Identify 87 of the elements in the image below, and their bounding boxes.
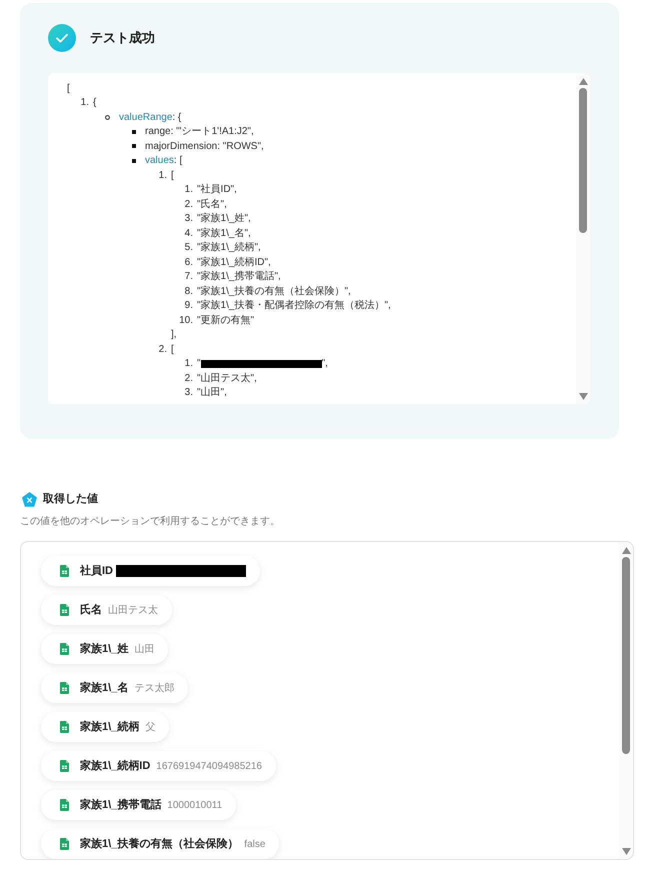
circle-bullet-icon xyxy=(105,114,110,120)
chip-label: 社員ID xyxy=(80,564,113,579)
scroll-up-icon[interactable] xyxy=(578,78,588,85)
list-number: 7. xyxy=(184,270,193,284)
section-title: 取得した値 xyxy=(43,492,98,508)
code-text: majorDimension: "ROWS", xyxy=(145,140,264,154)
scroll-down-icon[interactable] xyxy=(578,393,588,400)
code-text: "家族1\_続柄ID", xyxy=(197,256,271,270)
chip-label: 家族1\_続柄ID xyxy=(80,758,150,774)
spreadsheet-icon xyxy=(60,799,69,811)
code-text: "更新の有無" xyxy=(197,314,254,328)
code-text: "家族1\_携帯電話", xyxy=(197,270,281,284)
code-text: "氏名", xyxy=(197,198,227,212)
section-description: この値を他のオペレーションで利用することができます。 xyxy=(20,515,280,529)
spreadsheet-icon xyxy=(60,838,69,850)
spreadsheet-icon xyxy=(60,760,69,772)
chip-value: 山田テス太 xyxy=(108,604,158,618)
code-text: [ xyxy=(171,168,174,183)
value-chip[interactable]: 家族1\_扶養の有無（社会保険） false xyxy=(41,829,280,859)
scroll-up-icon[interactable] xyxy=(622,547,630,554)
list-number: 10. xyxy=(179,314,193,328)
scrollbar-thumb[interactable] xyxy=(579,88,587,233)
value-chip[interactable]: 家族1\_続柄ID 1676919474094985216 xyxy=(41,751,276,781)
value-chip[interactable]: 家族1\_姓 山田 xyxy=(41,634,168,664)
value-chip[interactable]: 氏名 山田テス太 xyxy=(41,595,172,625)
code-text: "家族1\_姓", xyxy=(197,212,251,226)
code-text: "家族1\_扶養・配偶者控除の有無（税法）", xyxy=(197,298,391,314)
scrollbar-thumb[interactable] xyxy=(622,557,630,754)
code-text: "山田テス太", xyxy=(197,372,257,386)
code-text: [ xyxy=(67,82,70,96)
list-number: 4. xyxy=(184,226,193,241)
square-bullet-icon xyxy=(132,130,136,134)
code-text: ], xyxy=(171,328,177,342)
code-text: "社員ID", xyxy=(197,182,237,198)
list-number: 2. xyxy=(158,342,167,357)
spreadsheet-icon xyxy=(60,643,69,655)
square-bullet-icon xyxy=(132,158,136,163)
chip-label: 家族1\_姓 xyxy=(80,642,128,657)
scrollbar-track[interactable] xyxy=(576,73,590,404)
spreadsheet-icon xyxy=(60,721,69,733)
spreadsheet-icon xyxy=(60,682,69,694)
chip-label: 氏名 xyxy=(80,602,102,618)
value-chip[interactable]: 家族1\_携帯電話 1000010011 xyxy=(41,790,236,820)
chip-value: 1676919474094985216 xyxy=(156,760,262,774)
chip-value: 父 xyxy=(145,720,156,734)
list-number: 5. xyxy=(184,241,193,256)
code-text: "家族1\_名", xyxy=(197,226,251,241)
list-number: 2. xyxy=(184,198,193,212)
chip-label: 家族1\_続柄 xyxy=(80,720,140,735)
list-number: 6. xyxy=(184,256,193,270)
code-text: range: "'シート1'!A1:J2", xyxy=(145,125,254,140)
scroll-down-icon[interactable] xyxy=(622,848,630,855)
code-text: values: [ xyxy=(145,154,182,168)
chip-label: 家族1\_扶養の有無（社会保険） xyxy=(80,836,238,852)
spreadsheet-icon xyxy=(60,565,69,577)
value-chip[interactable]: 家族1\_名 テス太郎 xyxy=(41,673,188,703)
code-text: ", xyxy=(322,357,328,372)
code-text: "家族1\_続柄", xyxy=(197,240,261,256)
list-number: 8. xyxy=(184,284,193,299)
code-text: "山田", xyxy=(197,386,227,400)
code-text: [ xyxy=(171,342,174,357)
result-title: テスト成功 xyxy=(90,29,155,48)
value-chip[interactable]: 家族1\_続柄 父 xyxy=(41,712,170,742)
chip-value: テス太郎 xyxy=(134,682,174,696)
list-number: 1. xyxy=(158,168,167,183)
code-text: valueRange: { xyxy=(119,110,182,125)
code-text: " xyxy=(197,357,201,372)
chip-label: 家族1\_携帯電話 xyxy=(80,798,162,813)
pentagon-x-icon xyxy=(22,492,37,507)
list-number: 2. xyxy=(184,372,193,386)
value-chip[interactable]: 社員ID xyxy=(41,556,260,586)
code-text: { xyxy=(93,96,96,110)
chip-value: 1000010011 xyxy=(167,798,222,812)
scrollbar-track[interactable] xyxy=(619,542,633,859)
chip-value: false xyxy=(244,838,266,852)
list-number: 1. xyxy=(80,96,89,110)
list-number: 3. xyxy=(184,386,193,400)
spreadsheet-icon xyxy=(60,604,69,616)
check-circle-icon xyxy=(48,24,76,52)
list-number: 1. xyxy=(184,357,193,372)
code-text: "家族1\_扶養の有無（社会保険）", xyxy=(197,284,351,299)
list-number: 1. xyxy=(184,183,193,198)
chip-value: 山田 xyxy=(134,642,154,656)
list-number: 3. xyxy=(184,212,193,226)
square-bullet-icon xyxy=(132,144,136,148)
list-number: 9. xyxy=(184,299,193,314)
chip-label: 家族1\_名 xyxy=(80,680,128,696)
